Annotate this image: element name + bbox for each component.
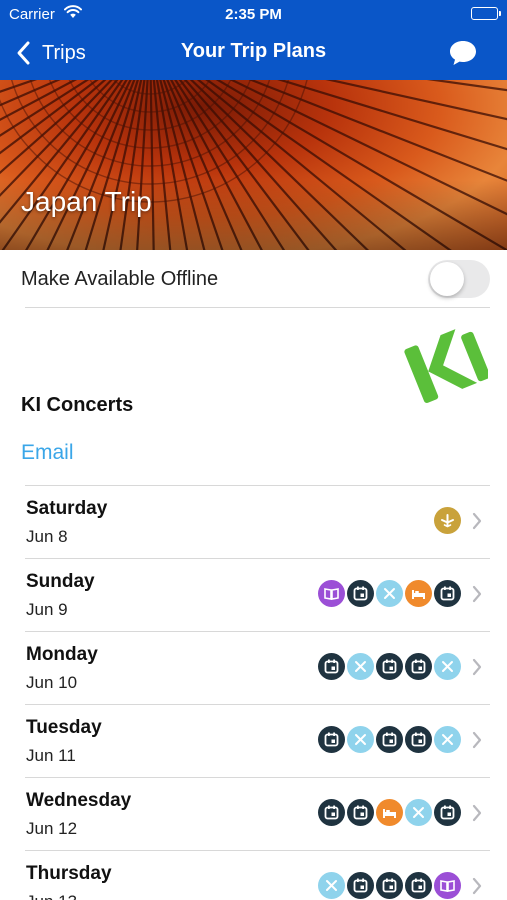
day-row[interactable]: Saturday Jun 8 <box>0 485 507 558</box>
hotel-icon <box>405 580 432 607</box>
chevron-right-icon <box>472 658 482 676</box>
event-icon <box>318 653 345 680</box>
plan-icons <box>318 872 461 899</box>
reading-icon <box>434 872 461 899</box>
divider <box>25 777 490 778</box>
offline-toggle[interactable] <box>428 260 490 298</box>
chevron-right-icon <box>472 804 482 822</box>
plan-icons <box>434 507 461 534</box>
chevron-right-icon <box>472 512 482 530</box>
transfer-icon <box>347 653 374 680</box>
chevron-right-icon <box>472 877 482 895</box>
divider <box>25 850 490 851</box>
day-name: Monday <box>26 644 98 665</box>
plan-icons <box>318 799 461 826</box>
day-name: Saturday <box>26 498 108 519</box>
day-row[interactable]: Thursday Jun 13 <box>0 850 507 900</box>
day-date: Jun 8 <box>26 527 68 546</box>
transfer-icon <box>376 580 403 607</box>
event-icon <box>318 726 345 753</box>
trip-hero-image: Japan Trip <box>0 80 507 250</box>
event-icon <box>405 653 432 680</box>
day-date: Jun 10 <box>26 673 78 692</box>
chevron-left-icon <box>17 41 30 65</box>
chevron-right-icon <box>472 585 482 603</box>
event-icon <box>376 653 403 680</box>
chevron-right-icon <box>472 731 482 749</box>
day-name: Thursday <box>26 863 112 884</box>
chat-icon[interactable] <box>447 38 479 68</box>
back-button[interactable]: Trips <box>12 38 86 68</box>
transfer-icon <box>318 872 345 899</box>
day-row[interactable]: Monday Jun 10 <box>0 631 507 704</box>
event-icon <box>434 580 461 607</box>
day-name: Wednesday <box>26 790 132 811</box>
reading-icon <box>318 580 345 607</box>
day-row[interactable]: Wednesday Jun 12 <box>0 777 507 850</box>
section-title: KI Concerts <box>21 394 134 416</box>
divider <box>25 631 490 632</box>
divider <box>25 704 490 705</box>
flight-icon <box>434 507 461 534</box>
day-list: Saturday Jun 8 Sunday Jun 9 Monday Jun 10 Tues… <box>0 485 507 900</box>
back-button-label: Trips <box>42 41 86 64</box>
event-icon <box>376 726 403 753</box>
event-icon <box>318 799 345 826</box>
day-name: Sunday <box>26 571 95 592</box>
toggle-knob <box>430 262 464 296</box>
day-row[interactable]: Tuesday Jun 11 <box>0 704 507 777</box>
status-bar: Carrier 2:35 PM <box>0 0 507 28</box>
day-date: Jun 9 <box>26 600 68 619</box>
transfer-icon <box>434 726 461 753</box>
day-name: Tuesday <box>26 717 102 738</box>
event-icon <box>405 726 432 753</box>
transfer-icon <box>405 799 432 826</box>
event-icon <box>376 872 403 899</box>
event-icon <box>347 799 374 826</box>
offline-setting-row: Make Available Offline <box>0 250 507 308</box>
offline-label: Make Available Offline <box>21 268 219 290</box>
ki-logo <box>404 329 488 403</box>
transfer-icon <box>347 726 374 753</box>
event-icon <box>405 872 432 899</box>
navigation-bar: Trips Your Trip Plans <box>0 28 507 80</box>
day-date: Jun 12 <box>26 819 78 838</box>
transfer-icon <box>434 653 461 680</box>
plan-icons <box>318 726 461 753</box>
event-icon <box>347 872 374 899</box>
plan-icons <box>318 580 461 607</box>
plan-icons <box>318 653 461 680</box>
clock-label: 2:35 PM <box>225 6 282 23</box>
divider <box>25 558 490 559</box>
divider <box>25 485 490 486</box>
email-link[interactable]: Email <box>21 441 74 465</box>
event-icon <box>434 799 461 826</box>
day-row[interactable]: Sunday Jun 9 <box>0 558 507 631</box>
day-date: Jun 11 <box>26 746 76 765</box>
trip-title: Japan Trip <box>21 186 152 217</box>
battery-icon <box>471 7 501 20</box>
day-date: Jun 13 <box>26 892 77 900</box>
event-icon <box>347 580 374 607</box>
divider <box>25 307 490 308</box>
hotel-icon <box>376 799 403 826</box>
